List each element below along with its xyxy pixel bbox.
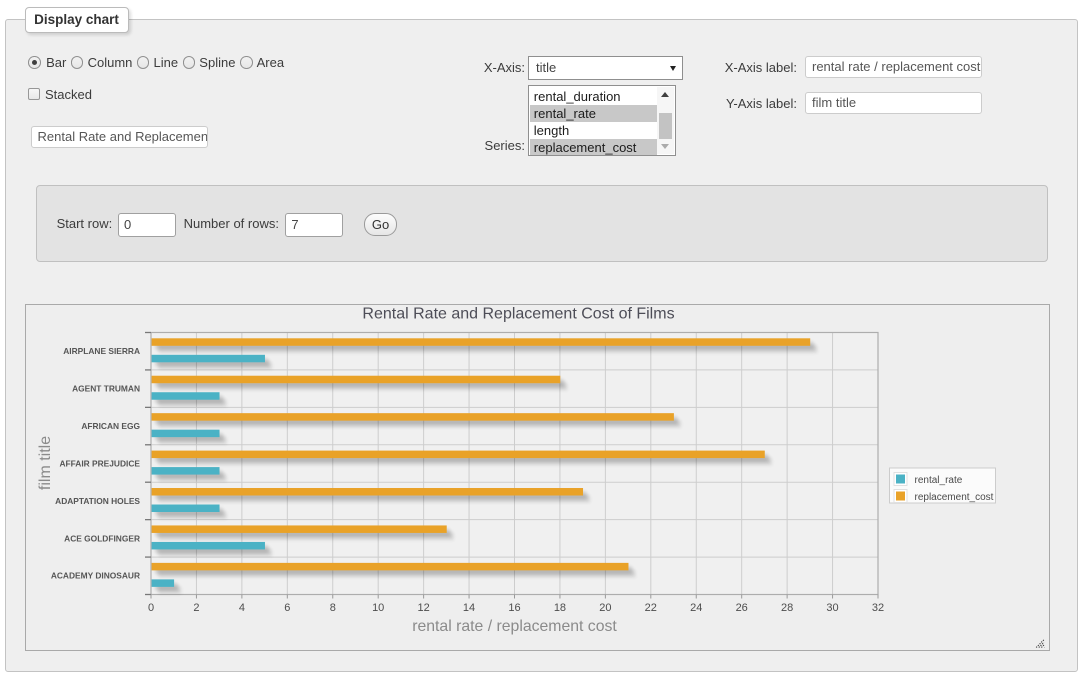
svg-text:replacement_cost: replacement_cost [914,492,993,503]
svg-text:ACE GOLDFINGER: ACE GOLDFINGER [64,533,140,543]
svg-text:14: 14 [462,602,474,614]
svg-text:8: 8 [329,602,335,614]
svg-text:AIRPLANE SIERRA: AIRPLANE SIERRA [63,346,140,356]
svg-text:film title: film title [37,436,54,490]
svg-text:AGENT TRUMAN: AGENT TRUMAN [72,384,140,394]
svg-text:18: 18 [553,602,565,614]
svg-text:rental_rate: rental_rate [914,475,962,486]
svg-text:26: 26 [735,602,747,614]
svg-text:4: 4 [238,602,244,614]
svg-text:6: 6 [284,602,290,614]
svg-text:2: 2 [193,602,199,614]
svg-text:AFFAIR PREJUDICE: AFFAIR PREJUDICE [59,458,140,468]
svg-text:20: 20 [599,602,611,614]
svg-text:rental rate / replacement cost: rental rate / replacement cost [412,618,617,635]
svg-text:30: 30 [826,602,838,614]
svg-text:10: 10 [372,602,384,614]
svg-text:22: 22 [644,602,656,614]
svg-text:28: 28 [780,602,792,614]
svg-text:12: 12 [417,602,429,614]
svg-text:ACADEMY DINOSAUR: ACADEMY DINOSAUR [50,571,139,581]
svg-text:AFRICAN EGG: AFRICAN EGG [81,421,140,431]
svg-text:0: 0 [147,602,153,614]
svg-text:Rental Rate and Replacement Co: Rental Rate and Replacement Cost of Film… [362,306,674,323]
svg-text:16: 16 [508,602,520,614]
svg-text:ADAPTATION HOLES: ADAPTATION HOLES [55,496,140,506]
svg-text:24: 24 [690,602,702,614]
svg-text:32: 32 [871,602,883,614]
